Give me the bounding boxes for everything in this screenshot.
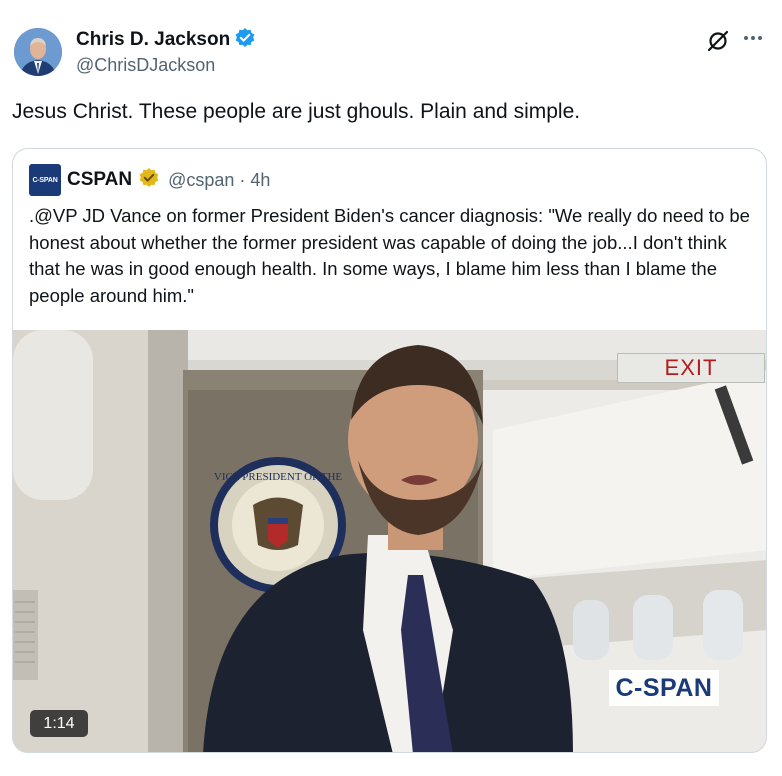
author-handle[interactable]: @ChrisDJackson bbox=[76, 55, 256, 76]
video-player[interactable]: VICE PRESIDENT OF THE EXIT C-SPAN 1:14 bbox=[13, 330, 766, 752]
video-duration-badge: 1:14 bbox=[30, 710, 88, 737]
quoted-handle-time[interactable]: @cspan · 4h bbox=[168, 170, 270, 191]
quoted-avatar[interactable]: C-SPAN bbox=[29, 164, 61, 196]
seal-text: VICE PRESIDENT OF THE bbox=[214, 471, 343, 483]
tweet-text: Jesus Christ. These people are just ghou… bbox=[12, 100, 581, 123]
verified-gold-badge-icon[interactable] bbox=[138, 167, 160, 194]
cspan-watermark: C-SPAN bbox=[609, 670, 719, 706]
more-icon[interactable] bbox=[738, 24, 768, 52]
verified-badge-icon[interactable] bbox=[234, 27, 256, 54]
author-info: Chris D. Jackson @ChrisDJackson bbox=[76, 27, 256, 76]
author-display-name[interactable]: Chris D. Jackson bbox=[76, 29, 230, 51]
author-avatar[interactable] bbox=[14, 28, 62, 76]
grok-icon[interactable] bbox=[704, 27, 732, 55]
author-name-row: Chris D. Jackson bbox=[76, 27, 256, 54]
exit-sign: EXIT bbox=[617, 353, 765, 383]
quoted-display-name[interactable]: CSPAN bbox=[67, 169, 132, 191]
quoted-tweet-text: .@VP JD Vance on former President Biden'… bbox=[29, 205, 750, 306]
quoted-tweet-card[interactable]: C-SPAN CSPAN @cspan · 4h .@VP JD Vance o… bbox=[12, 148, 767, 753]
quoted-tweet-header: C-SPAN CSPAN @cspan · 4h bbox=[29, 164, 270, 196]
